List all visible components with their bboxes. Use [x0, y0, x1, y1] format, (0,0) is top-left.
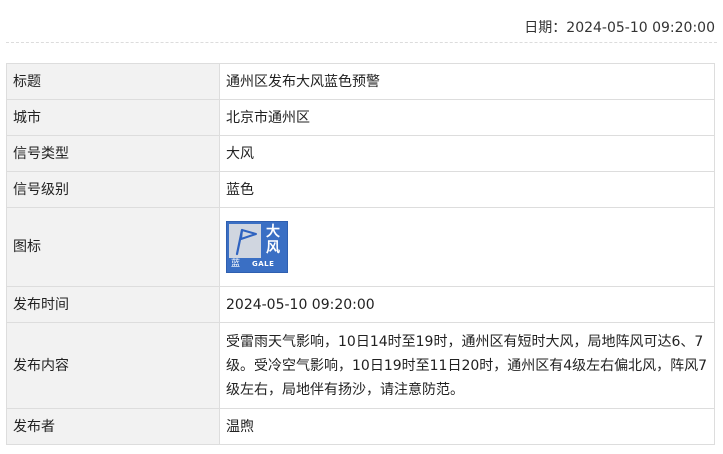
warning-info-table: 标题 通州区发布大风蓝色预警 城市 北京市通州区 信号类型 大风 信号级别 蓝色… — [6, 63, 715, 445]
row-value-content: 受雷雨天气影响，10日14时至19时，通州区有短时大风，局地阵风可达6、7级。受… — [219, 322, 715, 409]
row-label: 城市 — [6, 99, 220, 136]
warning-icon-footer: 蓝 GALE — [229, 258, 285, 270]
row-label: 图标 — [6, 207, 220, 287]
row-label: 发布内容 — [6, 322, 220, 409]
row-label: 信号类型 — [6, 135, 220, 172]
table-row-signal-level: 信号级别 蓝色 — [6, 171, 715, 208]
row-value-signal-level: 蓝色 — [219, 171, 715, 208]
table-row-title: 标题 通州区发布大风蓝色预警 — [6, 63, 715, 100]
row-value-signal-type: 大风 — [219, 135, 715, 172]
table-row-icon: 图标 大 风 蓝 GALE — [6, 207, 715, 287]
row-label: 发布者 — [6, 408, 220, 445]
row-label: 发布时间 — [6, 286, 220, 323]
warning-code: GALE — [252, 260, 275, 268]
header-divider — [6, 42, 717, 43]
table-row-publisher: 发布者 温煦 — [6, 408, 715, 445]
publish-date-line: 日期：2024-05-10 09:20:00 — [524, 17, 715, 37]
flag-icon — [229, 224, 261, 258]
row-label: 标题 — [6, 63, 220, 100]
row-value-icon: 大 风 蓝 GALE — [219, 207, 715, 287]
row-label: 信号级别 — [6, 171, 220, 208]
date-value: 2024-05-10 09:20:00 — [566, 20, 715, 36]
row-value-publisher: 温煦 — [219, 408, 715, 445]
row-value-title: 通州区发布大风蓝色预警 — [219, 63, 715, 100]
table-row-city: 城市 北京市通州区 — [6, 99, 715, 136]
row-value-publish-time: 2024-05-10 09:20:00 — [219, 286, 715, 323]
date-label: 日期： — [524, 20, 567, 36]
row-value-city: 北京市通州区 — [219, 99, 715, 136]
gale-blue-warning-icon: 大 风 蓝 GALE — [226, 221, 288, 273]
warning-char-2: 风 — [266, 240, 280, 256]
warning-char-1: 大 — [266, 224, 280, 240]
table-row-publish-time: 发布时间 2024-05-10 09:20:00 — [6, 286, 715, 323]
table-row-content: 发布内容 受雷雨天气影响，10日14时至19时，通州区有短时大风，局地阵风可达6… — [6, 322, 715, 409]
table-row-signal-type: 信号类型 大风 — [6, 135, 715, 172]
warning-level-char: 蓝 — [231, 259, 241, 269]
